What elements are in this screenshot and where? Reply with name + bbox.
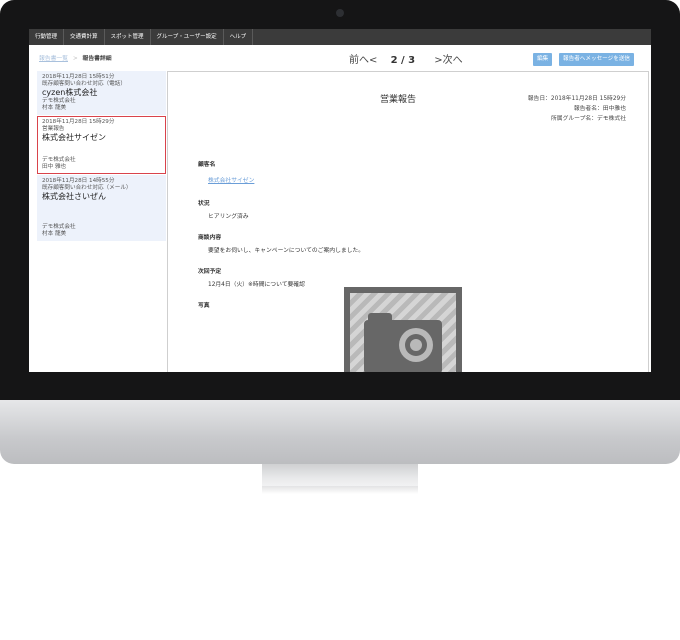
report-list-item[interactable]: 2018年11月28日 15時51分 既存顧客問い合わせ対応（電話） cyzen… <box>37 71 166 115</box>
report-customer: 株式会社サイゼン <box>42 133 106 142</box>
pager: 前へ< 2 / 3 >次へ <box>349 51 463 66</box>
next-schedule-label: 次回予定 <box>198 269 222 275</box>
menu-item-transport-cost[interactable]: 交通費計算 <box>64 29 105 45</box>
monitor-chin <box>0 400 680 464</box>
monitor-bezel: 行動管理 交通費計算 スポット管理 グループ・ユーザー設定 ヘルプ 報告書一覧 … <box>0 0 680 400</box>
content-value: 要望をお伺いし、キャンペーンについてのご案内しました。 <box>208 248 365 254</box>
report-type: 既存顧客問い合わせ対応（電話） <box>42 81 126 87</box>
next-page-link[interactable]: >次へ <box>434 51 462 66</box>
prev-page-link[interactable]: 前へ< <box>349 51 377 66</box>
menu-item-help[interactable]: ヘルプ <box>224 29 254 45</box>
content-label: 商談内容 <box>198 235 222 241</box>
report-list-item-selected[interactable]: 2018年11月28日 15時29分 営業報告 株式会社サイゼン デモ株式会社 … <box>37 116 166 174</box>
menu-item-activity[interactable]: 行動管理 <box>29 29 65 45</box>
breadcrumb-separator: > <box>72 56 78 62</box>
top-menu-bar: 行動管理 交通費計算 スポット管理 グループ・ユーザー設定 ヘルプ <box>29 29 651 45</box>
breadcrumb-current: 報告書詳細 <box>82 56 112 62</box>
status-value: ヒアリング済み <box>208 214 249 220</box>
page-count: 2 / 3 <box>390 55 416 66</box>
menu-item-group-user[interactable]: グループ・ユーザー設定 <box>151 29 224 45</box>
report-person: 村本 龍美 <box>42 231 67 237</box>
breadcrumb: 報告書一覧 > 報告書詳細 <box>39 53 112 62</box>
report-datetime: 2018年11月28日 15時29分 <box>42 119 115 125</box>
report-customer: 株式会社さいぜん <box>42 192 106 201</box>
send-message-button[interactable]: 報告者へメッセージを送信 <box>559 53 635 66</box>
report-list: 2018年11月28日 15時51分 既存顧客問い合わせ対応（電話） cyzen… <box>37 71 166 242</box>
photo-label: 写真 <box>198 303 210 309</box>
reporter-name: 報告者名：田中雅也 <box>573 106 626 112</box>
camera-icon <box>336 9 344 17</box>
report-date: 報告日：2018年11月28日 15時29分 <box>527 96 626 102</box>
report-datetime: 2018年11月28日 14時55分 <box>42 178 115 184</box>
report-company: デモ株式会社 <box>42 98 76 104</box>
report-title: 営業報告 <box>380 95 417 105</box>
report-list-item[interactable]: 2018年11月28日 14時55分 既存顧客問い合わせ対応（メール） 株式会社… <box>37 175 166 241</box>
report-person: 村本 龍美 <box>42 105 67 111</box>
menu-item-spot[interactable]: スポット管理 <box>105 29 151 45</box>
report-detail-panel: 営業報告 報告日：2018年11月28日 15時29分 報告者名：田中雅也 所属… <box>167 71 649 372</box>
breadcrumb-report-list-link[interactable]: 報告書一覧 <box>39 56 68 62</box>
customer-label: 顧客名 <box>198 162 216 168</box>
report-company: デモ株式会社 <box>42 224 76 230</box>
photo-placeholder[interactable] <box>344 287 462 372</box>
reporter-group: 所属グループ名：デモ株式社 <box>550 116 626 122</box>
report-type: 既存顧客問い合わせ対応（メール） <box>42 185 132 191</box>
status-label: 状況 <box>198 201 210 207</box>
report-meta: 報告日：2018年11月28日 15時29分 報告者名：田中雅也 所属グループ名… <box>528 94 626 124</box>
report-datetime: 2018年11月28日 15時51分 <box>42 74 115 80</box>
monitor-stand <box>262 464 418 488</box>
report-type: 営業報告 <box>42 126 65 132</box>
report-company: デモ株式会社 <box>42 157 76 163</box>
next-schedule-value: 12月4日（火）※時間について要確認 <box>208 282 305 288</box>
edit-button[interactable]: 編集 <box>533 53 553 66</box>
app-screen: 行動管理 交通費計算 スポット管理 グループ・ユーザー設定 ヘルプ 報告書一覧 … <box>29 29 651 372</box>
report-person: 田中 雅也 <box>42 164 67 170</box>
report-customer: cyzen株式会社 <box>42 88 98 97</box>
customer-link[interactable]: 株式会社サイゼン <box>208 175 254 184</box>
